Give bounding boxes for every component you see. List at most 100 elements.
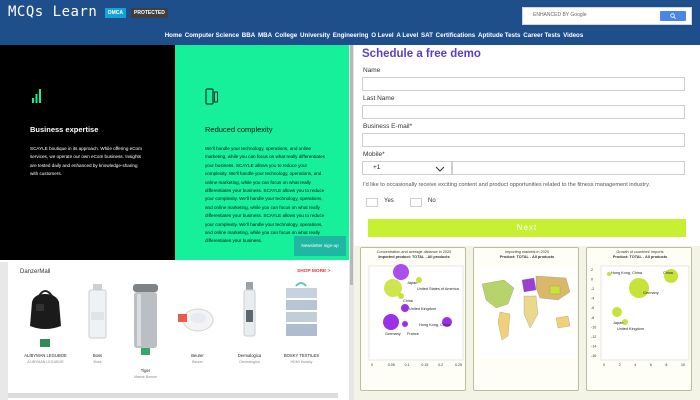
x-tick-label: 0.1 (405, 363, 410, 367)
region-europe (521, 277, 537, 293)
product-card[interactable]: Boss Boss (74, 280, 121, 370)
nav-link-o-level[interactable]: O Level (371, 32, 393, 39)
newsletter-signup-button[interactable]: Newsletter sign-up (294, 236, 346, 256)
country-code-select[interactable]: +1 (362, 161, 452, 175)
nav-link-a-level[interactable]: A Level (396, 32, 418, 39)
main-nav: Home Computer Science BBA MBA College Univers… (0, 32, 700, 39)
y-tick-label: -12 (591, 335, 596, 339)
no-radio[interactable] (410, 198, 422, 207)
product-brand: Boss (93, 360, 102, 364)
product-card[interactable]: ALIBYMAN LEGUBOE ALIBYMAN LEGUBOE (22, 280, 69, 370)
x-tick-label: 2 (619, 363, 621, 367)
protected-badge[interactable]: PROTECTED (131, 8, 168, 18)
nav-link-mba[interactable]: MBA (258, 32, 272, 39)
scrollbar-thumb[interactable] (350, 45, 353, 285)
product-name: Tiger (140, 368, 151, 373)
point-label: United Kingdom (617, 327, 644, 331)
point-label: United States of America (417, 287, 460, 291)
nav-link-university[interactable]: University (300, 32, 330, 39)
region-china (549, 285, 561, 295)
nav-link-engineering[interactable]: Engineering (333, 32, 369, 39)
point-label: Japan (407, 281, 417, 285)
lastname-field[interactable] (362, 105, 685, 119)
y-tick-label: -2 (591, 287, 594, 291)
nav-link-computer-science[interactable]: Computer Science (185, 32, 239, 39)
chart-title: Importing markets in 2020 Product: TOTAL … (499, 250, 555, 259)
y-tick-label: 0 (591, 278, 593, 282)
point-label: Japan (613, 321, 623, 325)
x-tick-label: 4 (634, 363, 636, 367)
x-tick-label: 0.15 (421, 363, 428, 367)
name-label: Name (363, 67, 381, 74)
nav-link-home[interactable]: Home (165, 32, 182, 39)
concentration-scatter: Japan United States of America China Uni… (368, 264, 464, 367)
product-brand: Maeve Bonnie (134, 375, 157, 379)
nav-link-videos[interactable]: Videos (563, 32, 583, 39)
search-input[interactable]: ENHANCED BY Google (533, 12, 587, 18)
nav-link-aptitude-tests[interactable]: Aptitude Tests (478, 32, 521, 39)
point-label: Germany (643, 291, 659, 295)
growth-imports-chart: Growth of countries' imports Product: TOT… (586, 247, 692, 391)
demo-form: Schedule a free demo Name Last Name Busi… (354, 45, 700, 250)
nav-link-career-tests[interactable]: Career Tests (523, 32, 560, 39)
bubble-uk (401, 304, 409, 312)
product-name: ALIBYMAN LEGUBOE (24, 353, 67, 358)
nav-link-certifications[interactable]: Certifications (436, 32, 476, 39)
product-strip: DanzerMall SHOP MORE > ALIBYMAN LEGUBOE … (0, 260, 349, 400)
towels-product-image (286, 282, 317, 336)
panel-body: We'll handle your technology, operations… (205, 146, 325, 244)
product-card[interactable]: BOSKY TEXTILES HDMI Ksosby (278, 280, 325, 370)
dmca-badge[interactable]: DMCA (105, 8, 126, 18)
thermos-product-image (133, 284, 158, 355)
next-button[interactable]: Next (368, 219, 686, 237)
horizontal-scrollbar[interactable] (8, 393, 338, 398)
x-tick-label: 0 (371, 363, 373, 367)
nav-link-sat[interactable]: SAT (421, 32, 433, 39)
form-title: Schedule a free demo (362, 48, 481, 60)
shop-more-link[interactable]: SHOP MORE > (297, 269, 330, 274)
product-card[interactable]: Beurer Beurer (174, 280, 221, 370)
nav-link-college[interactable]: College (275, 32, 297, 39)
product-name: Dermalogica (237, 353, 262, 358)
name-field[interactable] (362, 77, 685, 91)
x-axis-ticks: 0 0.05 0.1 0.15 0.2 0.25 (371, 363, 462, 367)
nav-link-bba[interactable]: BBA (242, 32, 255, 39)
trade-charts: Concentration and average distance in 20… (354, 246, 700, 400)
product-card[interactable]: Dermalogica Dermalogica (226, 280, 273, 370)
concentration-chart: Concentration and average distance in 20… (360, 247, 466, 391)
mobile-icon (205, 88, 218, 105)
chart-title: Growth of countries' imports Product: TOT… (612, 250, 668, 259)
chevron-down-icon (435, 166, 445, 172)
x-tick-label: 8 (665, 363, 667, 367)
product-name: BOSKY TEXTILES (283, 353, 320, 358)
y-tick-label: -6 (591, 306, 594, 310)
x-tick-label: 6 (650, 363, 652, 367)
bubble-germany (629, 278, 649, 298)
bubble-france (402, 321, 408, 327)
product-card[interactable]: Tiger Maeve Bonnie (122, 280, 169, 392)
bubble-germany (383, 314, 399, 330)
importing-markets-chart: Importing markets in 2020 Product: TOTAL … (473, 247, 579, 391)
point-label: France (407, 332, 419, 336)
product-brand: Dermalogica (239, 360, 260, 364)
email-label: Business E-mail* (363, 123, 413, 130)
panel-body: SCAYLE boutique in its approach. While o… (30, 146, 142, 177)
store-title: DanzerMall (20, 269, 51, 275)
left-gutter (0, 262, 8, 400)
product-brand: Beurer (192, 360, 203, 364)
chart-title: Concentration and average distance in 20… (376, 250, 452, 259)
mobile-field[interactable] (452, 161, 685, 175)
country-code-value: +1 (373, 164, 381, 171)
search-button[interactable] (660, 11, 686, 21)
y-tick-label: -10 (591, 325, 596, 329)
google-search-box[interactable]: ENHANCED BY Google (522, 7, 692, 25)
product-name: Beurer (191, 353, 204, 358)
y-tick-label: 2 (591, 268, 593, 272)
product-brand: ALIBYMAN LEGUBOE (27, 360, 64, 364)
email-field[interactable] (362, 133, 685, 147)
yes-radio[interactable] (366, 198, 378, 207)
site-logo[interactable]: MCQs Learn (8, 4, 97, 20)
point-label: Hong Kong, China (611, 271, 643, 275)
business-expertise-panel: Business expertise SCAYLE boutique in it… (0, 45, 175, 260)
point-label: United Kingdom (409, 307, 436, 311)
